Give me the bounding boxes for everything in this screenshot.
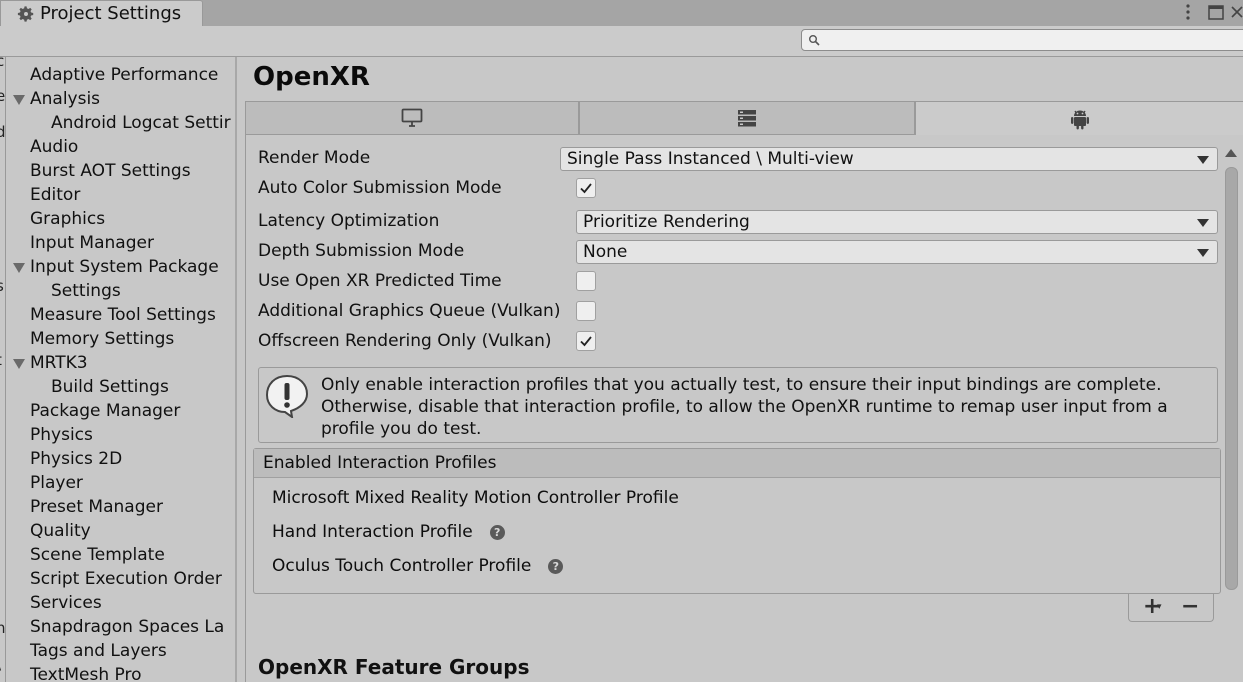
help-icon[interactable]: ? — [489, 524, 505, 540]
tab-standalone[interactable] — [245, 101, 579, 135]
sidebar-item-input-system-settings[interactable]: Settings — [51, 279, 121, 303]
sidebar-item-preset-manager[interactable]: Preset Manager — [30, 495, 163, 519]
sidebar-item-snapdragon-spaces[interactable]: Snapdragon Spaces La — [30, 615, 224, 639]
kebab-menu-icon[interactable] — [1180, 2, 1196, 22]
list-add-remove-controls: + ▾ − — [1128, 594, 1214, 622]
list-item[interactable]: Microsoft Mixed Reality Motion Controlle… — [272, 485, 679, 511]
gear-icon — [17, 5, 34, 22]
settings-sidebar: Adaptive Performance Analysis Android Lo… — [6, 57, 237, 682]
edge-fragment: d — [0, 123, 5, 141]
auto-color-label: Auto Color Submission Mode — [258, 178, 502, 198]
android-settings-panel: Render Mode Single Pass Instanced \ Mult… — [245, 135, 1223, 682]
sidebar-item-services[interactable]: Services — [30, 591, 102, 615]
sidebar-item-android-logcat[interactable]: Android Logcat Settir — [51, 111, 231, 135]
close-icon[interactable] — [1230, 2, 1243, 22]
help-icon[interactable]: ? — [548, 558, 564, 574]
auto-color-checkbox[interactable] — [576, 178, 596, 198]
help-box: Only enable interaction profiles that yo… — [258, 367, 1218, 443]
edge-fragment: \ — [0, 655, 1, 673]
server-icon — [738, 110, 756, 127]
edge-fragment: n — [0, 619, 5, 637]
render-mode-value: Single Pass Instanced \ Multi-view — [567, 149, 854, 169]
profile-label: Hand Interaction Profile — [272, 522, 473, 542]
graphics-queue-label: Additional Graphics Queue (Vulkan) — [258, 301, 561, 321]
window-title: Project Settings — [40, 3, 182, 24]
project-settings-tab[interactable]: Project Settings — [0, 0, 203, 26]
window-tab-strip: Project Settings — [0, 0, 1243, 26]
profile-label: Oculus Touch Controller Profile — [272, 556, 532, 576]
depth-label: Depth Submission Mode — [258, 241, 465, 261]
desktop-icon — [401, 108, 423, 127]
sidebar-item-player[interactable]: Player — [30, 471, 83, 495]
platform-tabs — [245, 101, 1243, 135]
scrollbar-thumb[interactable] — [1225, 167, 1238, 590]
profiles-header: Enabled Interaction Profiles — [254, 449, 1220, 478]
offscreen-label: Offscreen Rendering Only (Vulkan) — [258, 331, 552, 351]
sidebar-item-tags-and-layers[interactable]: Tags and Layers — [30, 639, 167, 663]
sidebar-item-graphics[interactable]: Graphics — [30, 207, 105, 231]
page-title: OpenXR — [253, 62, 370, 92]
settings-main-panel: OpenXR Render Mode Single Pass Instanced… — [239, 57, 1243, 682]
sidebar-item-scene-template[interactable]: Scene Template — [30, 543, 165, 567]
list-item[interactable]: Hand Interaction Profile ? — [272, 519, 505, 545]
edge-fragment: t — [0, 351, 2, 369]
help-text: Only enable interaction profiles that yo… — [321, 375, 1168, 439]
predicted-time-checkbox[interactable] — [576, 271, 596, 291]
predicted-time-label: Use Open XR Predicted Time — [258, 271, 502, 291]
sidebar-item-mrtk3[interactable]: MRTK3 — [30, 351, 88, 375]
edge-fragment: s — [0, 277, 4, 295]
sidebar-item-quality[interactable]: Quality — [30, 519, 91, 543]
sidebar-item-editor[interactable]: Editor — [30, 183, 80, 207]
graphics-queue-checkbox[interactable] — [576, 301, 596, 321]
dropdown-arrow-icon: ▾ — [1157, 602, 1162, 612]
sidebar-item-input-system[interactable]: Input System Package — [30, 255, 219, 279]
warning-speech-icon — [265, 374, 309, 418]
feature-groups-title: OpenXR Feature Groups — [258, 655, 530, 679]
edge-fragment: e — [0, 87, 5, 105]
sidebar-item-package-manager[interactable]: Package Manager — [30, 399, 180, 423]
edge-fragment: c — [0, 57, 4, 70]
latency-label: Latency Optimization — [258, 211, 440, 231]
tab-server[interactable] — [579, 101, 915, 135]
sidebar-item-build-settings[interactable]: Build Settings — [51, 375, 169, 399]
latency-dropdown[interactable]: Prioritize Rendering — [576, 210, 1218, 234]
tab-android[interactable] — [915, 101, 1243, 135]
offscreen-checkbox[interactable] — [576, 331, 596, 351]
sidebar-item-input-manager[interactable]: Input Manager — [30, 231, 154, 255]
depth-dropdown[interactable]: None — [576, 240, 1218, 264]
depth-value: None — [583, 242, 628, 262]
maximize-icon[interactable] — [1206, 2, 1226, 22]
sidebar-item-analysis[interactable]: Analysis — [30, 87, 100, 111]
latency-value: Prioritize Rendering — [583, 212, 750, 232]
sidebar-item-physics-2d[interactable]: Physics 2D — [30, 447, 122, 471]
sidebar-item-adaptive-performance[interactable]: Adaptive Performance — [30, 63, 218, 87]
expand-triangle-icon[interactable] — [13, 95, 25, 105]
sidebar-item-textmesh-pro[interactable]: TextMesh Pro — [30, 663, 142, 682]
sidebar-item-script-execution-order[interactable]: Script Execution Order — [30, 567, 222, 591]
scroll-up-arrow-icon[interactable] — [1225, 149, 1237, 157]
chevron-down-icon — [1197, 219, 1209, 227]
checkmark-icon — [580, 183, 592, 194]
render-mode-dropdown[interactable]: Single Pass Instanced \ Multi-view — [560, 147, 1218, 171]
render-mode-label: Render Mode — [258, 148, 371, 168]
chevron-down-icon — [1197, 249, 1209, 257]
checkmark-icon — [580, 336, 592, 347]
expand-triangle-icon[interactable] — [13, 359, 25, 369]
toolbar — [0, 26, 1243, 57]
sidebar-item-memory-settings[interactable]: Memory Settings — [30, 327, 174, 351]
sidebar-item-audio[interactable]: Audio — [30, 135, 78, 159]
android-icon — [1071, 110, 1089, 129]
search-input[interactable] — [801, 29, 1243, 51]
interaction-profiles-list: Enabled Interaction Profiles Microsoft M… — [253, 448, 1221, 594]
sidebar-item-measure-tool[interactable]: Measure Tool Settings — [30, 303, 216, 327]
remove-profile-button[interactable]: − — [1181, 594, 1199, 619]
sidebar-item-burst-aot[interactable]: Burst AOT Settings — [30, 159, 191, 183]
list-item[interactable]: Oculus Touch Controller Profile ? — [272, 553, 564, 579]
sidebar-item-physics[interactable]: Physics — [30, 423, 93, 447]
profile-label: Microsoft Mixed Reality Motion Controlle… — [272, 488, 679, 508]
vertical-scrollbar[interactable] — [1222, 145, 1241, 682]
search-icon — [809, 35, 820, 46]
chevron-down-icon — [1197, 156, 1209, 164]
expand-triangle-icon[interactable] — [13, 263, 25, 273]
